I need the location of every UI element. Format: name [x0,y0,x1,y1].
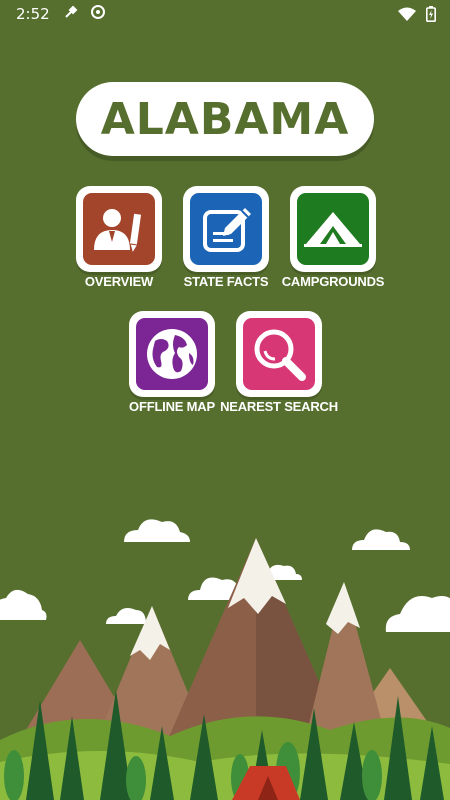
page-title: ALABAMA [100,93,350,145]
offline-map-tile-face [136,318,208,390]
campgrounds-label[interactable]: CAMPGROUNDS [263,274,403,289]
status-time: 2:52 [16,5,50,23]
campgrounds-tile-face [297,193,369,265]
landscape-illustration [0,519,450,800]
magnifier-icon [254,329,306,381]
title-banner: ALABAMA [76,82,374,156]
globe-icon [147,329,197,379]
status-bar: 2:52 [0,0,450,28]
nearest-search-label[interactable]: NEAREST SEARCH [209,399,349,414]
tent-icon [304,212,362,247]
wrench-icon [64,5,78,23]
nearest-search-tile-face [243,318,315,390]
person-document-icon [94,209,142,252]
battery-icon [426,6,436,26]
nearest-search-button[interactable] [236,311,322,397]
sync-icon [90,4,106,24]
campgrounds-button[interactable] [290,186,376,272]
pencil-note-icon [203,208,251,252]
overview-button[interactable] [76,186,162,272]
wifi-icon [398,7,416,25]
state-facts-tile-face [190,193,262,265]
offline-map-button[interactable] [129,311,215,397]
overview-tile-face [83,193,155,265]
state-facts-button[interactable] [183,186,269,272]
